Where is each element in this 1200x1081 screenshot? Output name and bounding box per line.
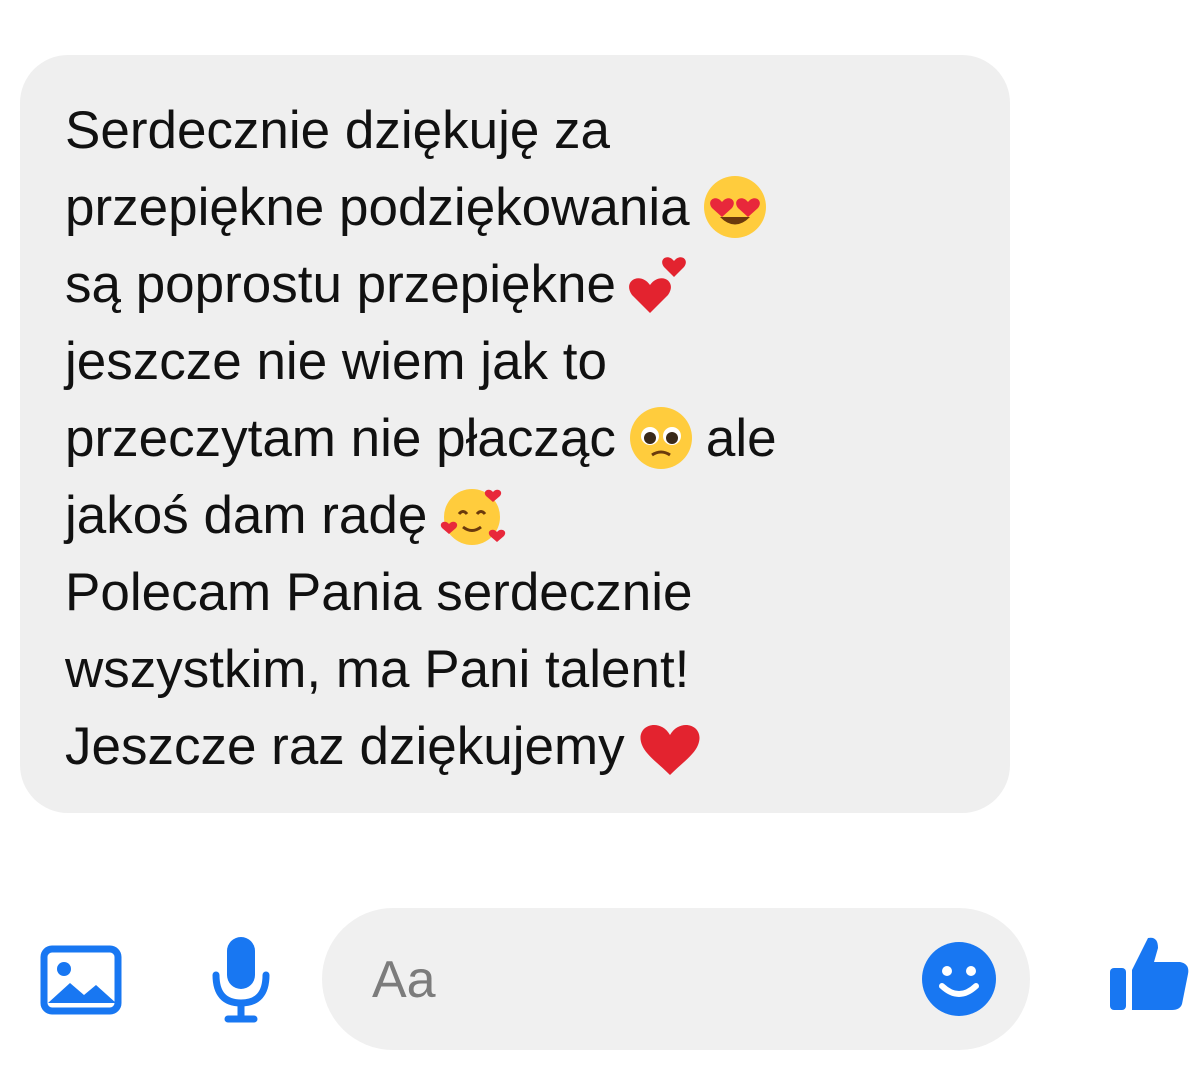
red-heart-emoji [640,724,700,775]
message-text: Serdecznie dziękuję za przepiękne podzię… [65,92,965,785]
message-line: wszystkim, ma Pani talent! [65,640,690,699]
message-composer [0,900,1200,1060]
image-icon[interactable] [40,945,122,1015]
thumbs-up-icon[interactable] [1108,932,1190,1014]
message-line: przeczytam nie płacząc ale [65,400,965,477]
message-input-container [322,908,1030,1050]
microphone-icon[interactable] [208,935,274,1023]
message-line: Jeszcze raz dziękujemy [65,708,965,785]
smiling-face-with-hearts-emoji [441,489,506,545]
heart-eyes-emoji [703,176,766,238]
message-line: Polecam Pania serdecznie [65,563,693,622]
message-line: jakoś dam radę [65,477,965,554]
two-hearts-emoji [629,257,686,313]
emoji-icon[interactable] [920,940,998,1018]
message-line: są poprostu przepiękne [65,246,965,323]
message-line: Serdecznie dziękuję za [65,101,611,160]
message-line: przepiękne podziękowania [65,169,965,246]
pleading-face-emoji [629,407,692,469]
message-input[interactable] [370,938,894,1022]
message-line: jeszcze nie wiem jak to [65,332,607,391]
